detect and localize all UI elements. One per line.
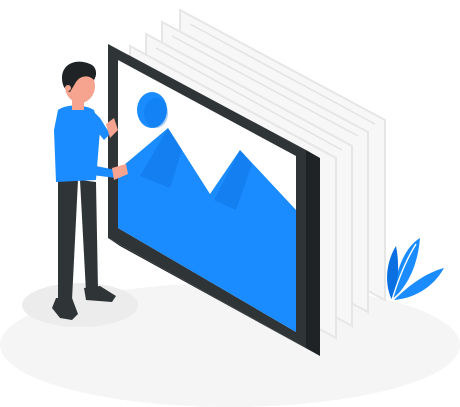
person-leg-back [80, 180, 98, 292]
person-ear [65, 85, 71, 91]
frame-side [306, 150, 320, 356]
person-leg-front [58, 180, 78, 300]
leaf-plant-icon [387, 238, 444, 301]
illustration-canvas [0, 8, 460, 407]
person-floor-shadow [22, 283, 138, 327]
